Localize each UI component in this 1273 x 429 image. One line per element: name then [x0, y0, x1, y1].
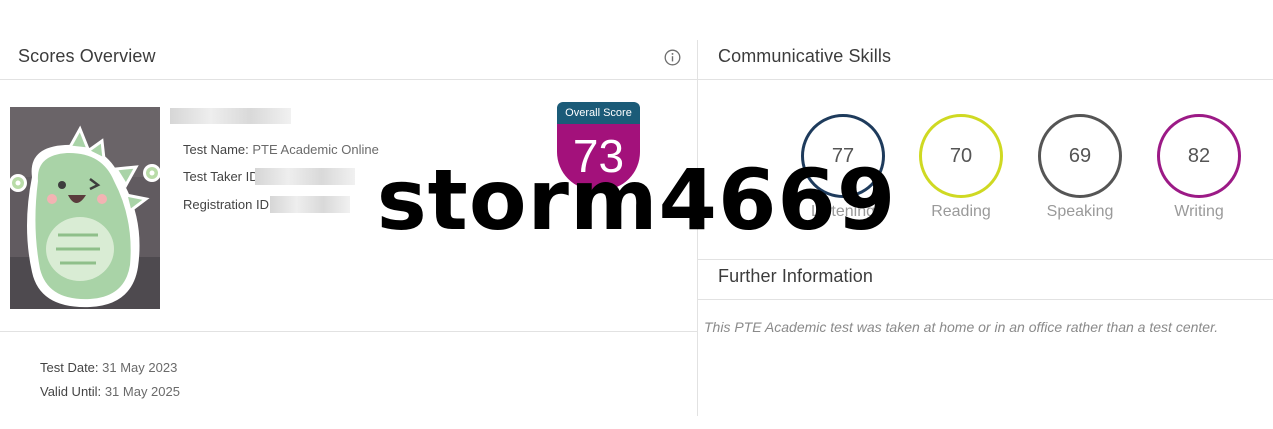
watermark-text: storm4669 [376, 151, 897, 249]
valid-until-value: 31 May 2025 [104, 384, 180, 399]
scores-overview-title: Scores Overview [18, 46, 156, 66]
scores-header-divider [0, 79, 697, 80]
communicative-skills-title: Communicative Skills [718, 46, 892, 66]
test-date-row: Test Date: 31 May 2023 [40, 360, 177, 375]
test-date-label: Test Date: [40, 360, 99, 375]
overall-score-label: Overall Score [557, 102, 640, 124]
info-icon[interactable] [664, 49, 681, 66]
further-info-top-divider [697, 259, 1273, 260]
further-info-header-divider [697, 299, 1273, 300]
test-date-value: 31 May 2023 [102, 360, 178, 375]
valid-until-row: Valid Until: 31 May 2025 [40, 384, 180, 399]
further-information-title: Further Information [718, 266, 873, 286]
candidate-name-redacted [170, 108, 291, 124]
further-information-note: This PTE Academic test was taken at home… [704, 319, 1219, 335]
valid-until-label: Valid Until: [40, 384, 102, 399]
skills-header-divider [697, 79, 1273, 80]
scores-footer-divider [0, 331, 697, 332]
